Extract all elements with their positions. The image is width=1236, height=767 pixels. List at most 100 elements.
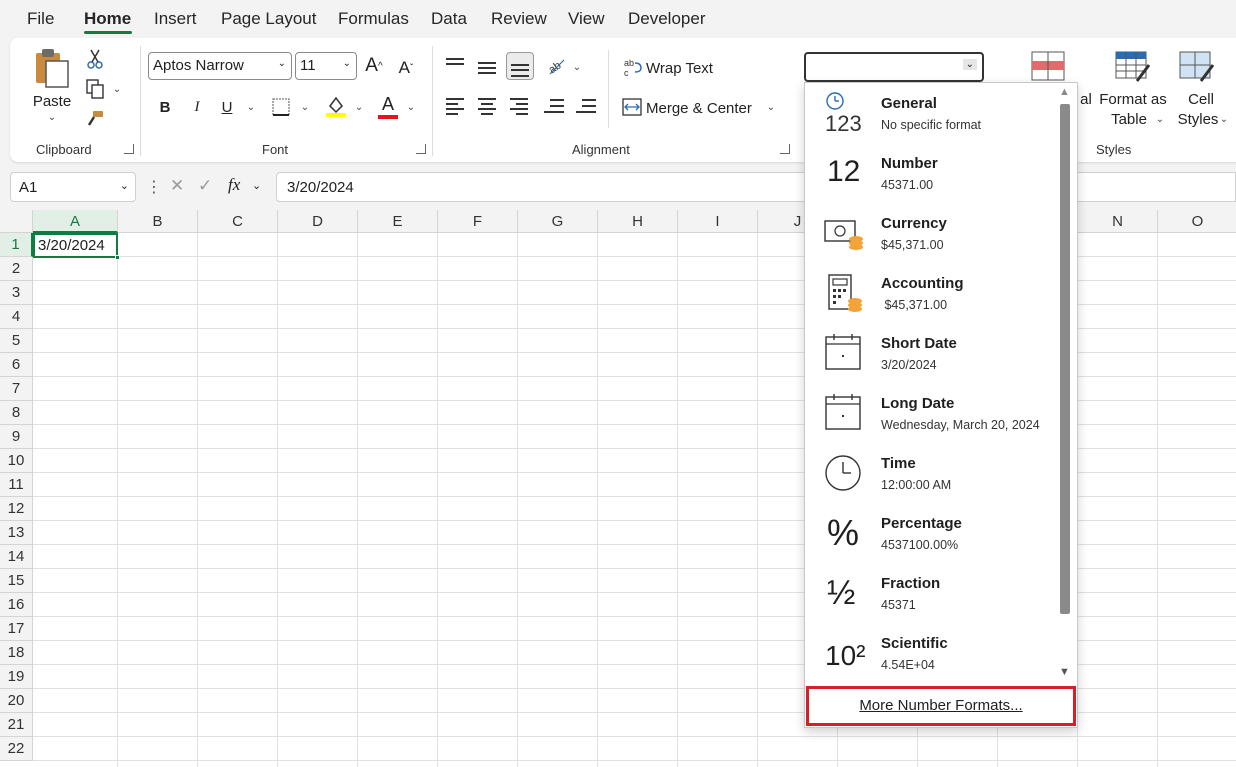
- align-center-icon[interactable]: [476, 96, 502, 118]
- formula-input[interactable]: 3/20/2024: [276, 172, 1236, 202]
- format-as-table-icon[interactable]: [1114, 50, 1152, 84]
- row-header-8[interactable]: 8: [0, 401, 33, 425]
- column-header-f[interactable]: F: [438, 210, 518, 233]
- format-item-fraction[interactable]: ½ Fraction 45371: [805, 563, 1055, 623]
- more-number-formats-button[interactable]: More Number Formats...: [806, 686, 1076, 726]
- borders-chevron-down-icon[interactable]: ⌄: [298, 100, 312, 114]
- column-header-g[interactable]: G: [518, 210, 598, 233]
- underline-chevron-down-icon[interactable]: ⌄: [244, 100, 258, 114]
- cell-styles-icon[interactable]: [1178, 50, 1216, 84]
- format-item-scientific[interactable]: 10² Scientific 4.54E+04: [805, 623, 1055, 683]
- row-header-7[interactable]: 7: [0, 377, 33, 401]
- bottom-align-icon[interactable]: [506, 52, 534, 80]
- row-header-19[interactable]: 19: [0, 665, 33, 689]
- fill-color-chevron-down-icon[interactable]: ⌄: [352, 100, 366, 114]
- merge-center-icon[interactable]: [620, 96, 644, 118]
- name-box[interactable]: A1 ⌄: [10, 172, 136, 202]
- column-header-h[interactable]: H: [598, 210, 678, 233]
- cell-styles-label-1[interactable]: Cell: [1186, 90, 1216, 108]
- underline-button[interactable]: U: [216, 96, 238, 118]
- align-right-icon[interactable]: [508, 96, 534, 118]
- function-chevron-down-icon[interactable]: ⌄: [252, 179, 261, 192]
- middle-align-icon[interactable]: [476, 58, 502, 80]
- conditional-formatting-icon[interactable]: [1030, 50, 1066, 82]
- fill-handle[interactable]: [115, 255, 120, 260]
- row-header-15[interactable]: 15: [0, 569, 33, 593]
- wrap-text-button[interactable]: Wrap Text: [646, 58, 718, 78]
- format-item-number[interactable]: 12 Number 45371.00: [805, 143, 1055, 203]
- format-item-time[interactable]: Time 12:00:00 AM: [805, 443, 1055, 503]
- tab-page-layout[interactable]: Page Layout: [221, 9, 316, 29]
- format-item-long-date[interactable]: Long Date Wednesday, March 20, 2024: [805, 383, 1055, 443]
- column-header-c[interactable]: C: [198, 210, 278, 233]
- row-header-1[interactable]: 1: [0, 233, 33, 257]
- column-header-n[interactable]: N: [1078, 210, 1158, 233]
- format-painter-icon[interactable]: [84, 108, 106, 130]
- format-as-table-label-1[interactable]: Format as: [1098, 90, 1168, 108]
- row-header-4[interactable]: 4: [0, 305, 33, 329]
- tab-file[interactable]: File: [27, 9, 54, 29]
- format-item-short-date[interactable]: Short Date 3/20/2024: [805, 323, 1055, 383]
- tab-developer[interactable]: Developer: [628, 9, 706, 29]
- decrease-font-size-icon[interactable]: Aˇ: [394, 56, 418, 80]
- tab-data[interactable]: Data: [431, 9, 467, 29]
- alignment-launcher-icon[interactable]: [780, 144, 790, 154]
- increase-font-size-icon[interactable]: A ^: [362, 54, 386, 78]
- increase-indent-icon[interactable]: [574, 96, 600, 118]
- scroll-down-icon[interactable]: ▼: [1059, 666, 1070, 678]
- row-header-21[interactable]: 21: [0, 713, 33, 737]
- tab-review[interactable]: Review: [491, 9, 547, 29]
- cut-icon[interactable]: [84, 48, 106, 70]
- merge-chevron-down-icon[interactable]: ⌄: [764, 100, 778, 114]
- row-header-5[interactable]: 5: [0, 329, 33, 353]
- paste-icon[interactable]: [30, 46, 74, 90]
- column-header-a[interactable]: A: [33, 210, 118, 233]
- number-format-select[interactable]: ⌄: [804, 52, 984, 82]
- clipboard-launcher-icon[interactable]: [124, 144, 134, 154]
- cancel-icon[interactable]: ✕: [170, 176, 184, 196]
- row-header-9[interactable]: 9: [0, 425, 33, 449]
- font-family-select[interactable]: Aptos Narrow ⌄: [148, 52, 292, 80]
- column-header-b[interactable]: B: [118, 210, 198, 233]
- row-header-14[interactable]: 14: [0, 545, 33, 569]
- italic-button[interactable]: I: [186, 96, 208, 118]
- copy-chevron-down-icon[interactable]: ⌄: [110, 82, 124, 96]
- top-align-icon[interactable]: [444, 56, 470, 78]
- tab-view[interactable]: View: [568, 9, 605, 29]
- row-header-13[interactable]: 13: [0, 521, 33, 545]
- cell-styles-chevron-down-icon[interactable]: ⌄: [1218, 112, 1230, 126]
- tab-insert[interactable]: Insert: [154, 9, 197, 29]
- dropdown-scrollbar[interactable]: ▲ ▼: [1056, 84, 1076, 684]
- scroll-up-icon[interactable]: ▲: [1059, 86, 1070, 98]
- borders-icon[interactable]: [270, 96, 292, 118]
- row-header-22[interactable]: 22: [0, 737, 33, 761]
- font-color-button[interactable]: A: [376, 94, 400, 120]
- more-options-icon[interactable]: ⋮: [146, 177, 162, 197]
- font-launcher-icon[interactable]: [416, 144, 426, 154]
- row-header-20[interactable]: 20: [0, 689, 33, 713]
- wrap-text-icon[interactable]: ab c: [622, 56, 644, 78]
- format-table-chevron-down-icon[interactable]: ⌄: [1154, 112, 1166, 126]
- insert-function-icon[interactable]: fx: [228, 175, 240, 195]
- decrease-indent-icon[interactable]: [542, 96, 568, 118]
- paste-chevron-down-icon[interactable]: ⌄: [44, 110, 60, 124]
- row-header-10[interactable]: 10: [0, 449, 33, 473]
- orientation-icon[interactable]: ab: [544, 54, 568, 78]
- select-all-corner[interactable]: [0, 210, 33, 233]
- align-left-icon[interactable]: [444, 96, 470, 118]
- font-size-select[interactable]: 11 ⌄: [295, 52, 357, 80]
- format-item-currency[interactable]: Currency $45,371.00: [805, 203, 1055, 263]
- copy-icon[interactable]: [84, 78, 106, 100]
- row-header-11[interactable]: 11: [0, 473, 33, 497]
- format-as-table-label-2[interactable]: Table: [1104, 110, 1154, 128]
- scrollbar-thumb[interactable]: [1060, 104, 1070, 614]
- format-item-percentage[interactable]: % Percentage 4537100.00%: [805, 503, 1055, 563]
- column-header-e[interactable]: E: [358, 210, 438, 233]
- column-header-d[interactable]: D: [278, 210, 358, 233]
- bold-button[interactable]: B: [154, 96, 176, 118]
- tab-home[interactable]: Home: [84, 9, 131, 29]
- row-header-12[interactable]: 12: [0, 497, 33, 521]
- column-header-i[interactable]: I: [678, 210, 758, 233]
- format-item-general[interactable]: 123 General No specific format: [805, 83, 1055, 143]
- row-header-2[interactable]: 2: [0, 257, 33, 281]
